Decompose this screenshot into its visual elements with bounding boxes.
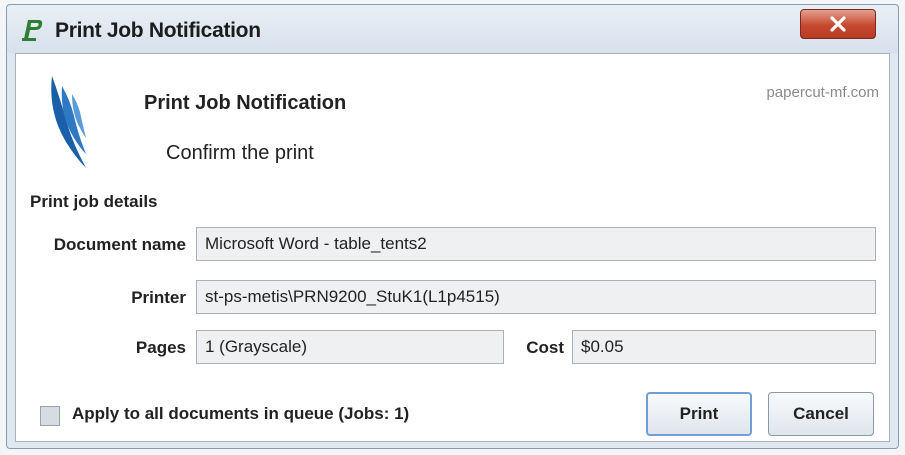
apply-all-label[interactable]: Apply to all documents in queue (Jobs: 1… (72, 404, 409, 424)
pages-label: Pages (135, 338, 186, 357)
brand-text: papercut-mf.com (766, 84, 879, 101)
pages-field[interactable]: 1 (Grayscale) (196, 330, 504, 364)
dialog-content: papercut-mf.com Print Job Notification C… (15, 53, 890, 442)
papercut-logo-icon (51, 76, 86, 168)
print-button[interactable]: Print (646, 392, 752, 436)
close-icon (830, 16, 846, 32)
cost-label: Cost (526, 338, 564, 357)
printer-label: Printer (131, 288, 186, 307)
printer-field[interactable]: st-ps-metis\PRN9200_StuK1(L1p4515) (196, 280, 876, 314)
section-label: Print job details (30, 192, 158, 211)
cancel-button[interactable]: Cancel (768, 392, 874, 436)
dialog-heading: Print Job Notification (144, 92, 347, 114)
close-button[interactable] (800, 9, 876, 39)
window-title: Print Job Notification (55, 19, 261, 42)
title-bar[interactable]: Print Job Notification (7, 5, 898, 53)
apply-all-checkbox[interactable] (40, 406, 60, 426)
cost-field[interactable]: $0.05 (572, 330, 876, 364)
dialog-subheading: Confirm the print (166, 142, 314, 164)
print-job-dialog: Print Job Notification papercut-mf.com P… (6, 4, 899, 449)
document-name-label: Document name (53, 235, 186, 254)
papercut-app-icon (22, 20, 43, 41)
document-name-field[interactable]: Microsoft Word - table_tents2 (196, 227, 876, 261)
